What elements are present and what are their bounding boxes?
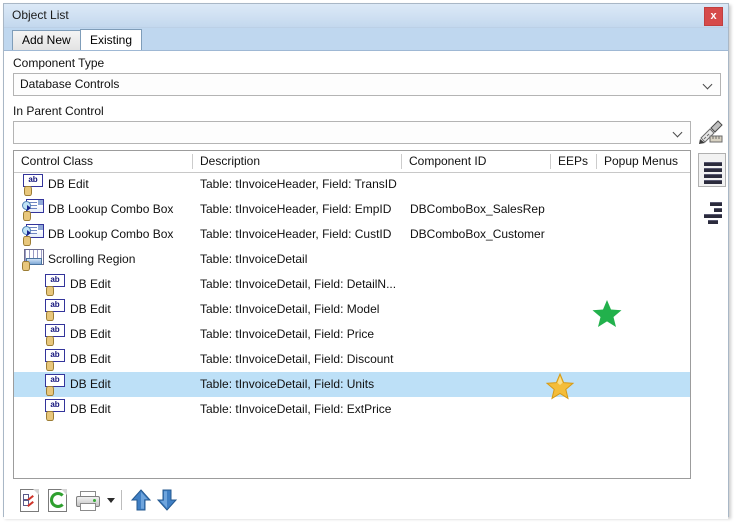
table-row-selected[interactable]: ab DB Edit Table: tInvoiceDetail, Field:…	[14, 372, 690, 400]
dialog-body: Component Type Database Controls In Pare…	[4, 51, 728, 519]
in-parent-control-select[interactable]	[13, 121, 691, 144]
table-row[interactable]: DB Lookup Combo Box Table: tInvoiceHeade…	[14, 222, 690, 247]
cell-description: Table: tInvoiceHeader, Field: EmpID	[200, 202, 392, 216]
tab-strip: Add New Existing	[4, 28, 728, 51]
db-edit-icon: ab	[44, 399, 65, 421]
cell-control-class: Scrolling Region	[48, 252, 136, 266]
db-edit-icon: ab	[44, 324, 65, 346]
component-type-label: Component Type	[13, 56, 105, 70]
column-header-control-class[interactable]: Control Class	[14, 151, 192, 172]
column-header-eeps[interactable]: EEPs	[551, 151, 596, 172]
db-lookup-combo-icon	[22, 224, 44, 246]
table-row[interactable]: ab DB Edit Table: tInvoiceDetail, Field:…	[14, 347, 690, 372]
table-row[interactable]: ab DB Edit Table: tInvoiceDetail, Field:…	[14, 397, 690, 422]
toolbar-separator	[121, 490, 122, 510]
object-list-dialog: Object List x Add New Existing Component…	[3, 3, 729, 519]
cell-description: Table: tInvoiceDetail, Field: Units	[200, 377, 375, 391]
cell-description: Table: tInvoiceDetail, Field: Discount	[200, 352, 394, 366]
refresh-arrows-glyph	[50, 492, 66, 508]
cell-control-class: DB Edit	[70, 302, 111, 316]
cell-description: Table: tInvoiceDetail, Field: Model	[200, 302, 380, 316]
cell-control-class: DB Lookup Combo Box	[48, 227, 174, 241]
cell-control-class: DB Edit	[48, 177, 89, 191]
grid-header-row: Control Class Description Component ID E…	[14, 151, 690, 173]
window-title: Object List	[12, 8, 69, 22]
cell-control-class: DB Lookup Combo Box	[48, 202, 174, 216]
checkmark-glyph	[23, 494, 36, 507]
ruler-pencil-glyph	[699, 120, 723, 144]
align-right-icon	[704, 202, 722, 224]
align-right-button[interactable]	[698, 193, 726, 227]
db-edit-icon: ab	[44, 274, 65, 296]
cell-control-class: DB Edit	[70, 377, 111, 391]
cell-component-id: DBComboBox_SalesRep	[410, 202, 545, 216]
scrolling-region-icon	[22, 249, 44, 271]
table-row[interactable]: ab DB Edit Table: tInvoiceDetail, Field:…	[14, 297, 690, 327]
object-grid: Control Class Description Component ID E…	[13, 150, 691, 479]
column-header-component-id[interactable]: Component ID	[402, 151, 550, 172]
align-justify-icon	[704, 162, 722, 184]
move-up-arrow-icon	[130, 489, 152, 511]
print-dropdown-caret-icon[interactable]	[107, 498, 115, 503]
move-up-button[interactable]	[128, 487, 154, 513]
align-justify-button[interactable]	[698, 153, 726, 187]
table-row[interactable]: ab DB Edit Table: tInvoiceDetail, Field:…	[14, 322, 690, 347]
component-type-select[interactable]: Database Controls	[13, 73, 721, 96]
table-row[interactable]: ab DB Edit Table: tInvoiceHeader, Field:…	[14, 172, 690, 197]
db-edit-icon: ab	[44, 349, 65, 371]
table-row[interactable]: ab DB Edit Table: tInvoiceDetail, Field:…	[14, 272, 690, 297]
table-row[interactable]: Scrolling Region Table: tInvoiceDetail	[14, 247, 690, 272]
column-header-description[interactable]: Description	[193, 151, 401, 172]
print-icon	[76, 491, 100, 511]
move-down-arrow-icon	[156, 489, 178, 511]
cell-description: Table: tInvoiceDetail, Field: Price	[200, 327, 375, 341]
component-type-value: Database Controls	[20, 77, 120, 91]
tab-existing[interactable]: Existing	[80, 29, 143, 50]
cell-control-class: DB Edit	[70, 402, 111, 416]
checklist-page-button[interactable]	[17, 487, 43, 513]
refresh-page-button[interactable]	[45, 487, 71, 513]
chevron-down-icon	[674, 128, 683, 137]
cell-description: Table: tInvoiceDetail	[200, 252, 308, 266]
print-button[interactable]	[75, 487, 105, 513]
cell-control-class: DB Edit	[70, 352, 111, 366]
cell-description: Table: tInvoiceDetail, Field: DetailN...	[200, 277, 397, 291]
db-lookup-combo-icon	[22, 199, 44, 221]
db-edit-icon: ab	[44, 374, 65, 396]
title-bar: Object List x	[4, 4, 728, 28]
close-button[interactable]: x	[704, 7, 723, 26]
cell-component-id: DBComboBox_Customer	[410, 227, 545, 241]
cell-control-class: DB Edit	[70, 277, 111, 291]
tab-add-new[interactable]: Add New	[12, 30, 81, 50]
table-row[interactable]: DB Lookup Combo Box Table: tInvoiceHeade…	[14, 197, 690, 222]
cell-description: Table: tInvoiceDetail, Field: ExtPrice	[200, 402, 392, 416]
in-parent-control-label: In Parent Control	[13, 104, 104, 118]
cell-description: Table: tInvoiceHeader, Field: TransID	[200, 177, 397, 191]
bottom-toolbar	[4, 481, 728, 519]
db-edit-icon: ab	[22, 174, 43, 196]
chevron-down-icon	[704, 80, 713, 89]
column-header-popup-menus[interactable]: Popup Menus	[597, 151, 690, 172]
move-down-button[interactable]	[154, 487, 180, 513]
cell-description: Table: tInvoiceHeader, Field: CustID	[200, 227, 392, 241]
cell-control-class: DB Edit	[70, 327, 111, 341]
db-edit-icon: ab	[44, 299, 65, 321]
ruler-pencil-icon[interactable]	[698, 119, 724, 145]
